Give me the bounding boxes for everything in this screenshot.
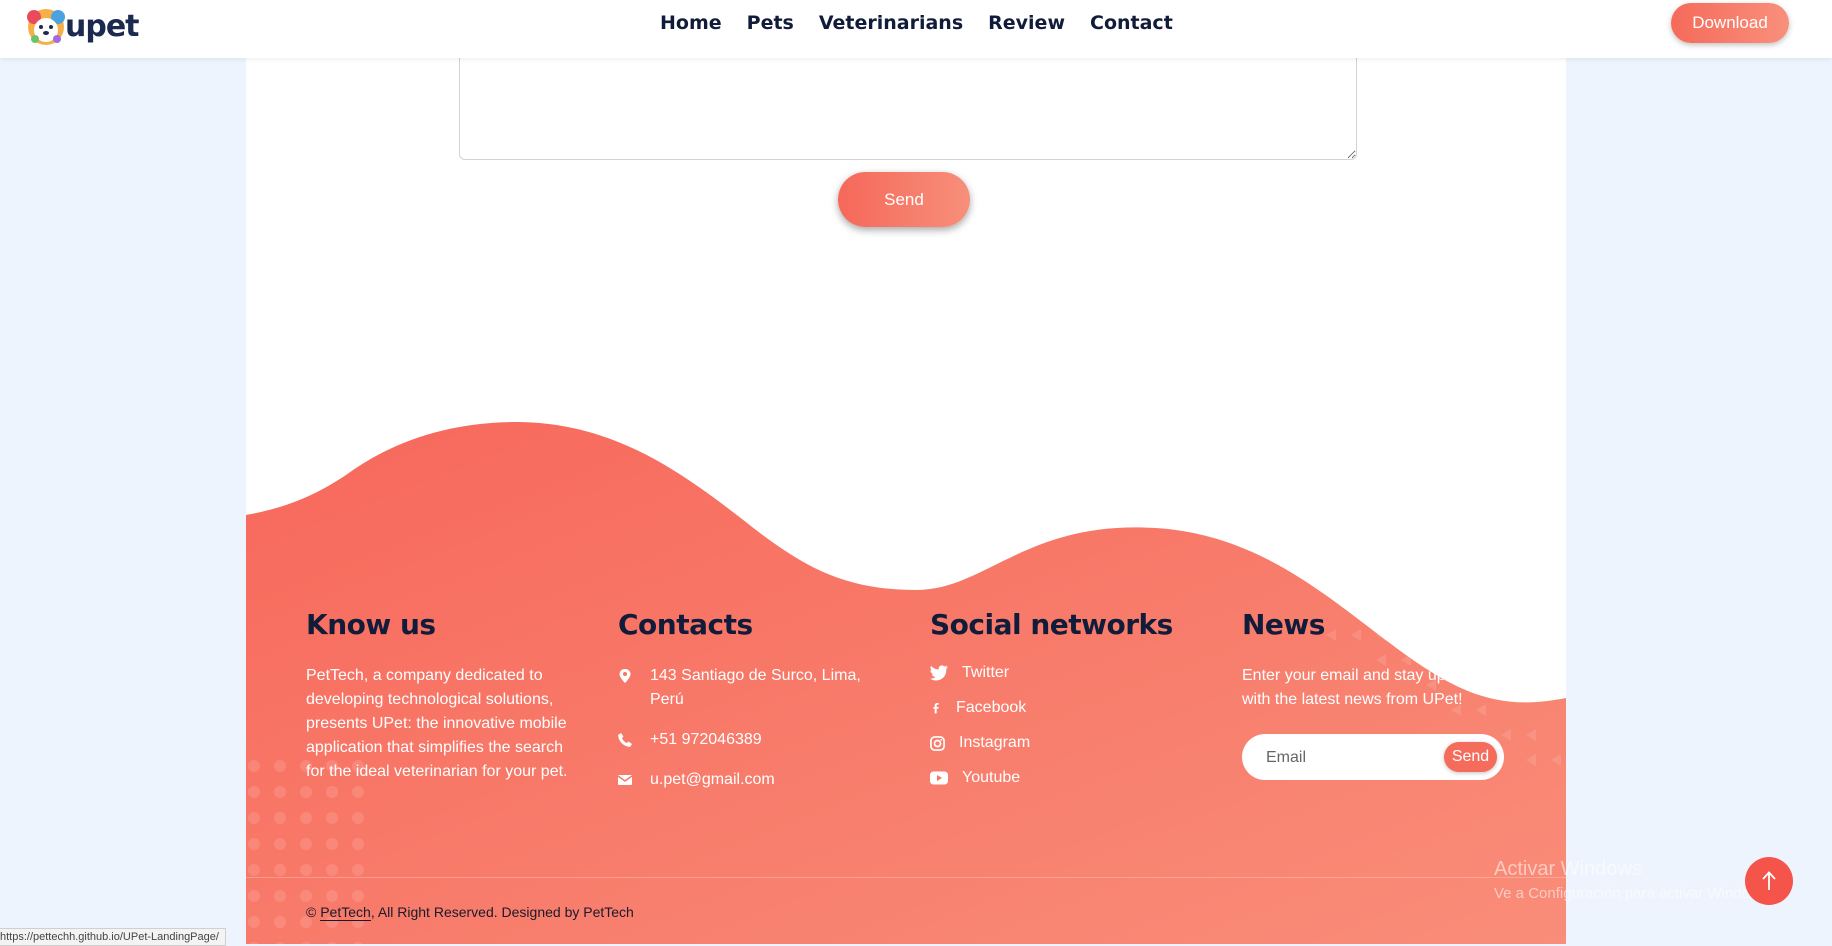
facebook-label: Facebook <box>956 699 1027 716</box>
twitter-label: Twitter <box>962 664 1010 681</box>
download-button[interactable]: Download <box>1671 3 1789 43</box>
top-navbar: upet Home Pets Veterinarians Review Cont… <box>0 0 1832 58</box>
main-nav: Home Pets Veterinarians Review Contact <box>660 12 1173 34</box>
newsletter-form: Send <box>1242 734 1504 780</box>
logo[interactable]: upet <box>25 4 140 48</box>
youtube-label: Youtube <box>962 769 1021 786</box>
address-text: 143 Santiago de Surco, Lima, Perú <box>650 667 861 708</box>
news-title: News <box>1242 608 1325 641</box>
footer-divider <box>246 877 1566 878</box>
email-text: u.pet@gmail.com <box>650 771 775 788</box>
nav-home[interactable]: Home <box>660 12 722 34</box>
phone-row[interactable]: +51 972046389 <box>618 728 878 752</box>
social-youtube[interactable]: Youtube <box>930 769 1190 787</box>
twitter-icon <box>930 665 948 681</box>
map-pin-icon <box>619 669 631 683</box>
newsletter-send-button[interactable]: Send <box>1444 742 1497 772</box>
status-bar-url: https://pettechh.github.io/UPet-LandingP… <box>0 928 226 946</box>
social-facebook[interactable]: Facebook <box>930 699 1190 717</box>
copyright-suffix: , All Right Reserved. Designed by PetTec… <box>370 904 634 920</box>
arrow-up-icon <box>1762 871 1776 890</box>
address-row: 143 Santiago de Surco, Lima, Perú <box>618 664 878 712</box>
footer-news: News Enter your email and stay up to dat… <box>1242 608 1512 712</box>
youtube-icon <box>930 771 948 785</box>
know-us-title: Know us <box>306 608 436 641</box>
social-twitter[interactable]: Twitter <box>930 664 1190 682</box>
back-to-top-button[interactable] <box>1745 857 1793 905</box>
nav-review[interactable]: Review <box>988 12 1065 34</box>
instagram-icon <box>930 735 945 751</box>
nav-veterinarians[interactable]: Veterinarians <box>819 12 963 34</box>
phone-icon <box>618 733 632 747</box>
envelope-icon <box>618 775 632 785</box>
news-text: Enter your email and stay up to date wit… <box>1242 667 1500 708</box>
social-title: Social networks <box>930 608 1173 641</box>
dog-logo-icon <box>27 9 65 45</box>
contacts-title: Contacts <box>618 608 753 641</box>
copyright-prefix: © <box>306 904 321 920</box>
social-instagram[interactable]: Instagram <box>930 734 1190 752</box>
newsletter-email-input[interactable] <box>1264 744 1438 772</box>
instagram-label: Instagram <box>959 734 1031 751</box>
know-us-text: PetTech, a company dedicated to developi… <box>306 667 568 780</box>
phone-text: +51 972046389 <box>650 731 762 748</box>
footer-social-networks: Social networks Twitter Facebook Instagr… <box>930 608 1190 804</box>
facebook-icon <box>933 703 939 714</box>
logo-text: upet <box>65 8 140 44</box>
footer-know-us: Know us PetTech, a company dedicated to … <box>306 608 576 784</box>
copyright: © PetTech, All Right Reserved. Designed … <box>306 904 634 921</box>
footer-contacts: Contacts 143 Santiago de Surco, Lima, Pe… <box>618 608 878 808</box>
message-textarea[interactable] <box>459 40 1357 160</box>
send-button[interactable]: Send <box>838 172 970 227</box>
nav-pets[interactable]: Pets <box>747 12 794 34</box>
email-row[interactable]: u.pet@gmail.com <box>618 768 878 792</box>
nav-contact[interactable]: Contact <box>1090 12 1173 34</box>
pettech-link[interactable]: PetTech <box>320 904 371 921</box>
